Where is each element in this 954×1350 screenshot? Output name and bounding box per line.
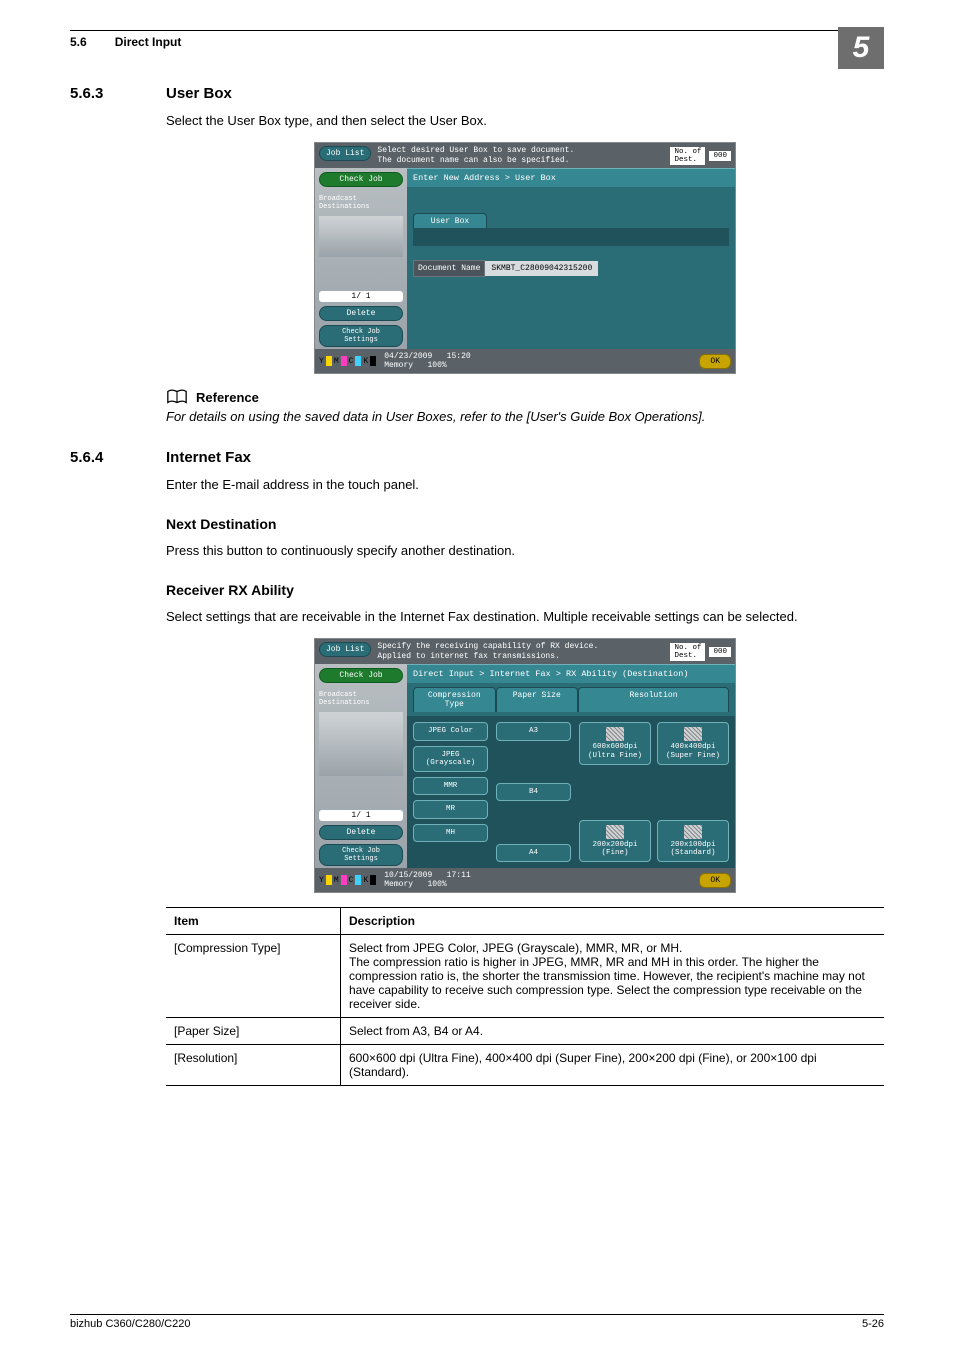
cell-item: [Compression Type] <box>166 935 341 1018</box>
broadcast-label: Broadcast Destinations <box>319 692 403 707</box>
opt-b4[interactable]: B4 <box>496 783 571 801</box>
ok-button[interactable]: OK <box>699 354 731 369</box>
cell-desc: 600×600 dpi (Ultra Fine), 400×400 dpi (S… <box>341 1045 885 1086</box>
opt-200dpi-std[interactable]: 200x100dpi (Standard) <box>657 820 729 863</box>
delete-button[interactable]: Delete <box>319 825 403 840</box>
rx-ability-heading: Receiver RX Ability <box>166 582 884 598</box>
job-list-button[interactable]: Job List <box>319 146 371 161</box>
opt-400dpi[interactable]: 400x400dpi (Super Fine) <box>657 722 729 765</box>
reference-label: Reference <box>196 390 259 405</box>
breadcrumb: Enter New Address > User Box <box>407 168 735 187</box>
cell-desc: Select from JPEG Color, JPEG (Grayscale)… <box>341 935 885 1018</box>
date: 04/23/2009 <box>384 352 432 361</box>
check-job-button[interactable]: Check Job <box>319 668 403 683</box>
cell-item: [Resolution] <box>166 1045 341 1086</box>
footer-product: bizhub C360/C280/C220 <box>70 1318 190 1330</box>
dest-value: 000 <box>709 151 731 161</box>
intro-563: Select the User Box type, and then selec… <box>166 112 884 130</box>
check-job-button[interactable]: Check Job <box>319 172 403 187</box>
dest-label: No. of Dest. <box>670 643 705 661</box>
tab-compression[interactable]: Compression Type <box>413 687 496 712</box>
screenshot-user-box: Job List Select desired User Box to save… <box>314 142 736 374</box>
top-message: Select desired User Box to save document… <box>377 146 574 165</box>
heading-title-564: Internet Fax <box>166 449 251 466</box>
job-list-button[interactable]: Job List <box>319 642 371 657</box>
tab-resolution[interactable]: Resolution <box>578 687 729 712</box>
time: 15:20 <box>447 352 471 361</box>
ok-button[interactable]: OK <box>699 873 731 888</box>
resolution-icon <box>684 825 702 839</box>
heading-num-563: 5.6.3 <box>70 85 166 102</box>
broadcast-label: Broadcast Destinations <box>319 196 403 211</box>
reference-text: For details on using the saved data in U… <box>166 408 884 426</box>
next-dest-heading: Next Destination <box>166 516 884 532</box>
footer-page: 5-26 <box>862 1318 884 1330</box>
intro-564: Enter the E-mail address in the touch pa… <box>166 476 884 494</box>
opt-jpeg-gray[interactable]: JPEG (Grayscale) <box>413 746 488 773</box>
opt-600dpi[interactable]: 600x600dpi (Ultra Fine) <box>579 722 651 765</box>
heading-title-563: User Box <box>166 85 232 102</box>
header-sec-num: 5.6 <box>70 35 87 49</box>
toner-indicator: YMCK <box>319 875 376 885</box>
page-indicator: 1/ 1 <box>319 810 403 821</box>
header-sec-title: Direct Input <box>115 35 182 49</box>
memory-label: Memory <box>384 361 413 370</box>
date: 10/15/2009 <box>384 871 432 880</box>
dest-value: 000 <box>709 647 731 657</box>
opt-jpeg-color[interactable]: JPEG Color <box>413 722 488 740</box>
table-row: [Compression Type] Select from JPEG Colo… <box>166 935 884 1018</box>
top-message: Specify the receiving capability of RX d… <box>377 642 598 661</box>
cell-desc: Select from A3, B4 or A4. <box>341 1018 885 1045</box>
opt-mr[interactable]: MR <box>413 800 488 818</box>
time: 17:11 <box>447 871 471 880</box>
table-row: [Resolution] 600×600 dpi (Ultra Fine), 4… <box>166 1045 884 1086</box>
memory-value: 100% <box>427 880 446 889</box>
opt-mh[interactable]: MH <box>413 824 488 842</box>
opt-a3[interactable]: A3 <box>496 722 571 740</box>
breadcrumb: Direct Input > Internet Fax > RX Ability… <box>407 664 735 683</box>
opt-mmr[interactable]: MMR <box>413 777 488 795</box>
memory-label: Memory <box>384 880 413 889</box>
cell-item: [Paper Size] <box>166 1018 341 1045</box>
opt-200dpi-fine[interactable]: 200x200dpi (Fine) <box>579 820 651 863</box>
toner-indicator: YMCK <box>319 356 376 366</box>
check-settings-button[interactable]: Check Job Settings <box>319 844 403 866</box>
rx-ability-text: Select settings that are receivable in t… <box>166 608 884 626</box>
user-box-tab[interactable]: User Box <box>413 213 487 229</box>
dest-label: No. of Dest. <box>670 147 705 165</box>
description-table: Item Description [Compression Type] Sele… <box>166 907 884 1086</box>
resolution-icon <box>606 727 624 741</box>
doc-name-value[interactable]: SKMBT_C28009042315200 <box>485 261 598 276</box>
check-settings-button[interactable]: Check Job Settings <box>319 325 403 347</box>
tab-paper-size[interactable]: Paper Size <box>496 687 579 712</box>
th-item: Item <box>166 908 341 935</box>
resolution-icon <box>684 727 702 741</box>
heading-num-564: 5.6.4 <box>70 449 166 466</box>
opt-a4[interactable]: A4 <box>496 844 571 862</box>
table-row: [Paper Size] Select from A3, B4 or A4. <box>166 1018 884 1045</box>
screenshot-rx-ability: Job List Specify the receiving capabilit… <box>314 638 736 893</box>
next-dest-text: Press this button to continuously specif… <box>166 542 884 560</box>
delete-button[interactable]: Delete <box>319 306 403 321</box>
memory-value: 100% <box>427 361 446 370</box>
resolution-icon <box>606 825 624 839</box>
chapter-badge: 5 <box>838 27 884 69</box>
th-desc: Description <box>341 908 885 935</box>
reference-icon <box>166 388 188 406</box>
page-indicator: 1/ 1 <box>319 291 403 302</box>
doc-name-label: Document Name <box>413 260 485 277</box>
